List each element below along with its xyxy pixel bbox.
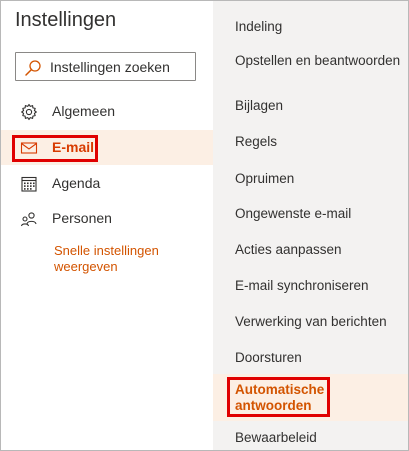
search-input[interactable]: [50, 56, 194, 77]
mail-settings-item[interactable]: Acties aanpassen: [213, 233, 408, 265]
settings-nav-pane: Instellingen Algemeen: [1, 1, 213, 450]
mail-settings-item[interactable]: Verwerking van berichten: [213, 305, 408, 337]
mail-settings-item[interactable]: Regels: [213, 125, 408, 157]
mail-settings-item-label: Acties aanpassen: [235, 242, 342, 257]
mail-settings-item[interactable]: Doorsturen: [213, 341, 408, 373]
automatic-replies-highlight-box: [227, 377, 330, 417]
mail-settings-item[interactable]: Bijlagen: [213, 89, 408, 121]
mail-settings-item[interactable]: Indeling: [213, 11, 408, 41]
mail-settings-item-label: Bewaarbeleid: [235, 430, 317, 445]
settings-window: Instellingen Algemeen: [0, 0, 409, 451]
nav-label-personen: Personen: [52, 210, 112, 226]
mail-settings-item-label: E-mail synchroniseren: [235, 278, 369, 293]
search-icon: [24, 59, 42, 77]
nav-item-agenda[interactable]: Agenda: [1, 166, 213, 201]
mail-settings-item[interactable]: E-mail synchroniseren: [213, 269, 408, 301]
quick-settings-link[interactable]: Snelle instellingen weergeven: [54, 243, 204, 275]
mail-settings-item[interactable]: Opstellen en beantwoorden: [213, 45, 408, 85]
calendar-icon: [20, 175, 38, 193]
nav-label-agenda: Agenda: [52, 175, 101, 191]
mail-settings-item-label: Ongewenste e-mail: [235, 206, 352, 221]
mail-settings-item-label: Doorsturen: [235, 350, 302, 365]
mail-settings-item-label: Opstellen en beantwoorden: [235, 53, 401, 68]
mail-settings-item-label: Indeling: [235, 19, 283, 34]
nav-label-algemeen: Algemeen: [52, 103, 116, 119]
mail-settings-item-label: Regels: [235, 134, 278, 149]
mail-settings-item-label: Bijlagen: [235, 98, 284, 113]
email-highlight-box: [12, 135, 98, 162]
search-box[interactable]: [15, 52, 196, 81]
page-title: Instellingen: [15, 9, 117, 31]
mail-settings-item-label: Opruimen: [235, 171, 295, 186]
nav-item-algemeen[interactable]: Algemeen: [1, 94, 213, 129]
mail-settings-item[interactable]: Opruimen: [213, 161, 408, 193]
mail-settings-item-label: Verwerking van berichten: [235, 314, 387, 329]
people-icon: [20, 210, 38, 228]
mail-settings-item[interactable]: Ongewenste e-mail: [213, 197, 408, 229]
nav-item-personen[interactable]: Personen: [1, 201, 213, 236]
gear-icon: [20, 103, 38, 121]
mail-settings-item[interactable]: Bewaarbeleid: [213, 423, 408, 450]
